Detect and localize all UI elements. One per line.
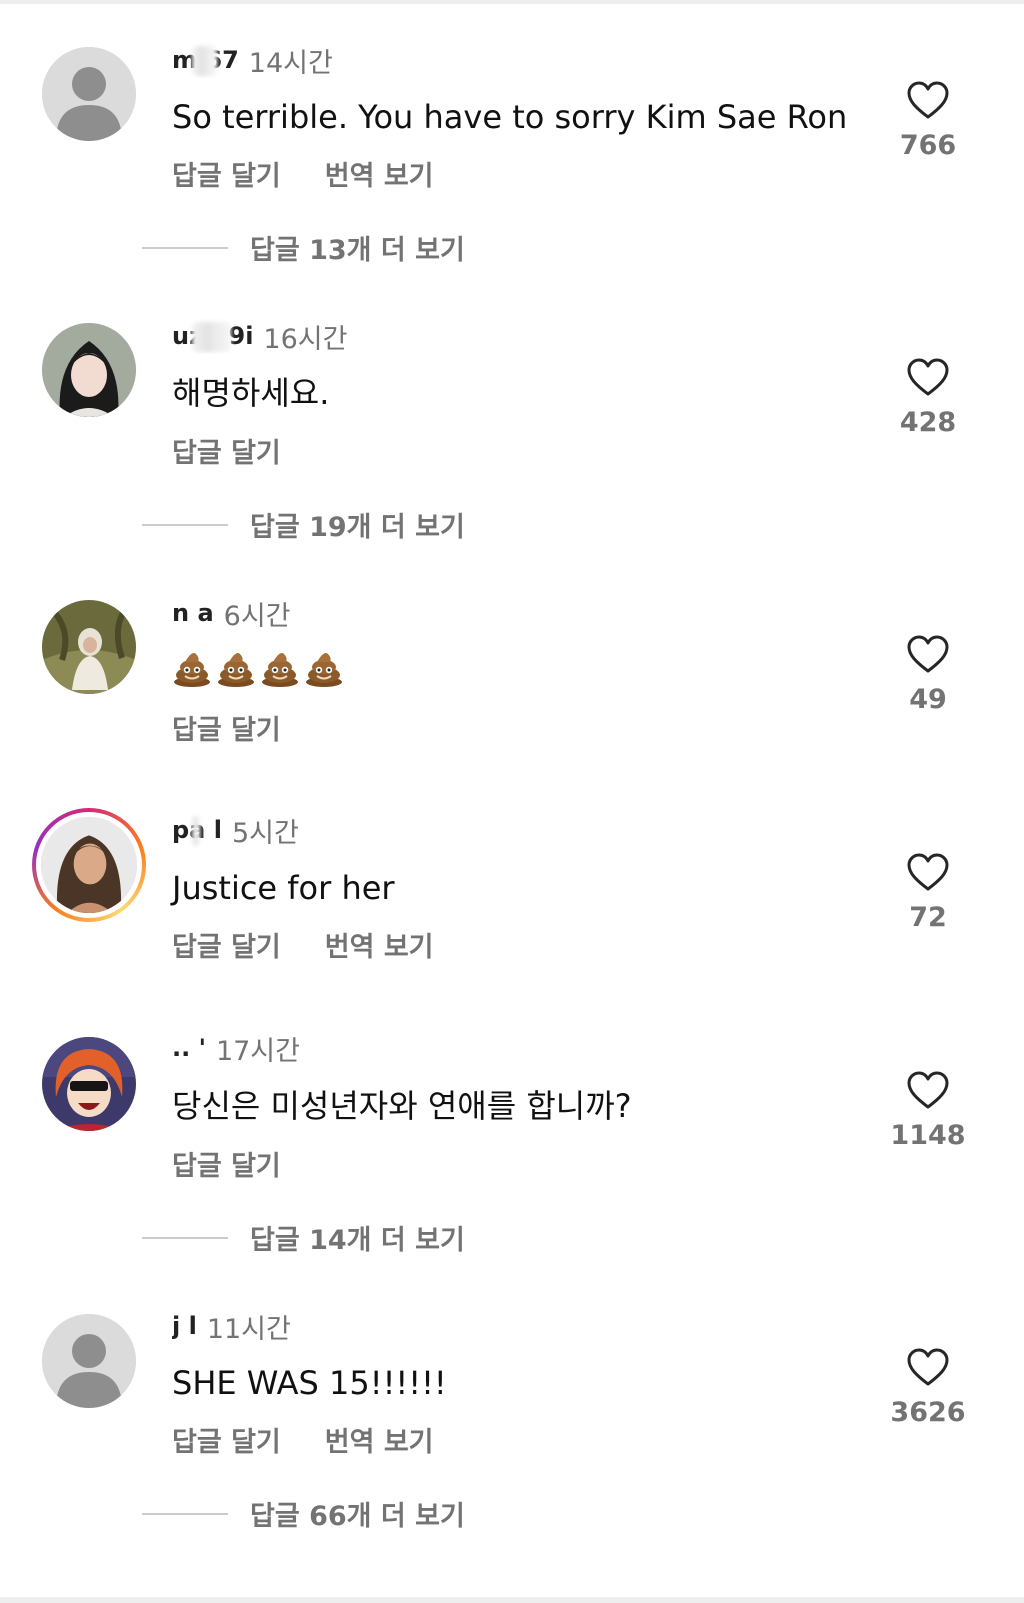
comment-text: SHE WAS 15!!!!!! [172,1364,447,1402]
view-more-replies-label: 답글 13개 더 보기 [250,235,465,266]
translate-button[interactable]: 번역 보기 [325,154,434,193]
bottom-divider [0,1597,1024,1603]
heart-icon [907,358,949,396]
username[interactable]: m 67 [172,42,239,78]
poop-icon [262,653,298,687]
thread-line [142,1512,228,1515]
view-more-replies[interactable]: 답글 14개 더 보기 [142,1218,465,1257]
username-redaction [192,816,200,846]
poop-icon [218,653,254,687]
avatar[interactable] [41,817,137,913]
like-button[interactable]: 766 [888,80,968,161]
top-divider [0,0,1024,4]
heart-icon [907,853,949,891]
default-avatar-icon [42,47,136,141]
reply-button[interactable]: 답글 달기 [172,1144,281,1183]
reply-button[interactable]: 답글 달기 [172,431,281,470]
like-count: 1148 [890,1120,966,1151]
reply-button[interactable]: 답글 달기 [172,1420,281,1459]
like-button[interactable]: 428 [888,357,968,438]
thread-line [142,1236,228,1239]
username[interactable]: .. ' [172,1030,206,1066]
like-count: 766 [899,130,957,161]
username-redaction [192,46,217,76]
username[interactable]: n a [172,595,214,631]
translate-button[interactable]: 번역 보기 [325,925,434,964]
comment-text: 💩💩💩💩 [172,648,344,688]
reply-button[interactable]: 답글 달기 [172,708,281,747]
poop-icon [174,653,210,687]
profile-photo-icon [42,1037,136,1131]
profile-photo-icon [42,323,136,417]
view-more-replies[interactable]: 답글 19개 더 보기 [142,505,465,544]
like-count: 3626 [890,1397,966,1428]
username[interactable]: j l [172,1308,197,1344]
view-more-replies-label: 답글 14개 더 보기 [250,1225,465,1256]
timestamp: 6시간 [223,600,291,632]
poop-icon [306,653,342,687]
reply-button[interactable]: 답글 달기 [172,154,281,193]
view-more-replies[interactable]: 답글 13개 더 보기 [142,228,465,267]
avatar[interactable] [42,323,136,417]
like-count: 428 [899,407,957,438]
like-button[interactable]: 1148 [888,1070,968,1151]
timestamp: 16시간 [263,323,348,355]
username-redaction [192,322,232,352]
view-more-replies-label: 답글 66개 더 보기 [250,1501,465,1532]
timestamp: 5시간 [231,817,299,849]
thread-line [142,523,228,526]
view-more-replies-label: 답글 19개 더 보기 [250,512,465,543]
heart-icon [907,81,949,119]
username[interactable]: uzu 9i [172,318,253,354]
comment-text: Justice for her [172,869,395,907]
translate-button[interactable]: 번역 보기 [325,1420,434,1459]
like-count: 72 [909,902,947,933]
view-more-replies[interactable]: 답글 66개 더 보기 [142,1494,465,1533]
comment-meta: m 67 14시간 [172,40,333,80]
like-count: 49 [909,684,947,715]
timestamp: 14시간 [248,47,333,79]
poop-emoji-row [172,648,344,688]
timestamp: 11시간 [206,1313,291,1345]
reply-button[interactable]: 답글 달기 [172,925,281,964]
profile-photo-icon [41,817,137,913]
heart-icon [907,635,949,673]
default-avatar-icon [42,1314,136,1408]
avatar[interactable] [42,1314,136,1408]
heart-icon [907,1071,949,1109]
like-button[interactable]: 3626 [888,1347,968,1428]
comment-text: So terrible. You have to sorry Kim Sae R… [172,98,848,136]
heart-icon [907,1348,949,1386]
avatar[interactable] [42,600,136,694]
avatar[interactable] [42,1037,136,1131]
comment-text: 해명하세요. [172,374,330,412]
like-button[interactable]: 72 [888,852,968,933]
username[interactable]: pa l [172,812,222,848]
thread-line [142,246,228,249]
story-ring[interactable] [32,808,146,922]
timestamp: 17시간 [215,1035,300,1067]
avatar[interactable] [42,47,136,141]
profile-photo-icon [42,600,136,694]
comment-text: 당신은 미성년자와 연애를 합니까? [172,1087,632,1125]
like-button[interactable]: 49 [888,634,968,715]
